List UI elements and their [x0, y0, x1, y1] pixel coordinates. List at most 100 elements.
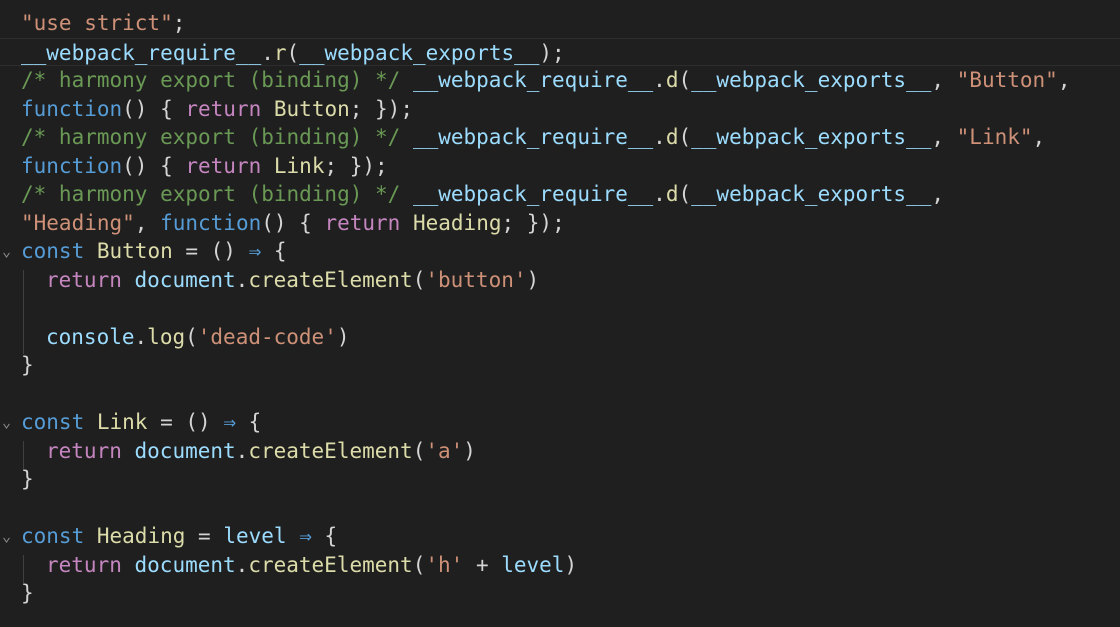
code-line[interactable]: __webpack_require__.r(__webpack_exports_…	[0, 37, 1120, 66]
code-token: .	[134, 324, 148, 349]
code-editor[interactable]: "use strict"; __webpack_require__.r(__web…	[0, 0, 1120, 627]
code-line[interactable]	[0, 494, 1120, 523]
code-text: /* harmony export (binding) */ __webpack…	[21, 66, 1070, 95]
code-token: console	[46, 324, 135, 349]
code-token: /* harmony export (binding) */	[21, 68, 401, 92]
code-token: log	[147, 324, 186, 349]
fold-chevron-icon[interactable]: ⌄	[2, 237, 16, 266]
code-token: __webpack_exports__	[691, 125, 932, 149]
code-line[interactable]: /* harmony export (binding) */ __webpack…	[0, 66, 1120, 95]
code-line[interactable]: }	[0, 465, 1120, 494]
code-token: __webpack_require__	[412, 125, 654, 149]
code-line[interactable]: function() { return Button; });	[0, 95, 1120, 124]
code-token: )	[526, 267, 540, 292]
code-token: }	[21, 581, 34, 605]
code-token: const	[21, 410, 85, 434]
code-line[interactable]: /* harmony export (binding) */ __webpack…	[0, 123, 1120, 152]
code-text: return document.createElement('button')	[46, 266, 539, 295]
code-line[interactable]: return document.createElement('a')	[0, 437, 1120, 466]
code-token: function	[160, 210, 262, 235]
code-token: createElement	[248, 267, 413, 292]
code-token: /* harmony export (binding) */	[21, 125, 401, 149]
code-text: return document.createElement('a')	[46, 437, 476, 466]
code-token: ⇒	[248, 239, 262, 263]
code-token: .	[261, 40, 274, 65]
code-token: {	[235, 410, 262, 434]
code-token: return	[185, 96, 262, 121]
code-token: 'h'	[425, 552, 464, 577]
code-token: /* harmony export (binding) */	[21, 182, 401, 206]
code-token: = ()	[172, 239, 249, 263]
code-token: Link	[96, 410, 148, 434]
fold-chevron-icon[interactable]: ⌄	[2, 408, 16, 437]
code-token: 'button'	[425, 267, 527, 292]
code-token: ; });	[501, 210, 565, 235]
code-token: }	[21, 353, 34, 377]
code-token: document	[134, 267, 236, 292]
code-token: Button	[273, 96, 350, 121]
code-token: = ()	[147, 410, 224, 434]
code-token: ,	[134, 210, 161, 235]
code-text: }	[21, 579, 34, 608]
code-token: __webpack_require__	[412, 182, 654, 206]
fold-chevron-icon[interactable]: ⌄	[2, 522, 16, 551]
code-token: d	[665, 125, 679, 149]
code-token: return	[185, 153, 262, 178]
code-line[interactable]: return document.createElement('button')	[0, 266, 1120, 295]
code-text: function() { return Button; });	[21, 95, 413, 124]
code-line[interactable]: return document.createElement('h' + leve…	[0, 551, 1120, 580]
code-token: (	[412, 438, 426, 463]
code-line[interactable]	[0, 380, 1120, 409]
code-token: "Link"	[956, 125, 1033, 149]
code-line[interactable]	[0, 294, 1120, 323]
code-token: )	[463, 438, 476, 463]
code-token: level	[223, 524, 287, 548]
code-token: level	[501, 552, 565, 577]
code-token: ,	[1057, 68, 1071, 92]
code-token: {	[261, 239, 287, 263]
code-token: () {	[122, 153, 186, 178]
code-token: 'a'	[425, 438, 464, 463]
code-token: () {	[122, 96, 186, 121]
code-token: (	[286, 40, 300, 65]
code-token: )	[336, 324, 350, 349]
code-token: +	[463, 552, 502, 577]
code-token: createElement	[248, 552, 413, 577]
code-token: Link	[273, 153, 325, 178]
code-line[interactable]: console.log('dead-code')	[0, 323, 1120, 352]
code-text: const Button = () ⇒ {	[21, 237, 287, 266]
code-line[interactable]: "use strict";	[0, 9, 1120, 38]
code-token: Button	[96, 239, 173, 263]
code-token: function	[21, 153, 123, 178]
code-token: .	[653, 68, 666, 92]
code-token: }	[21, 467, 34, 491]
code-token: document	[134, 552, 236, 577]
code-token: (	[412, 552, 426, 577]
code-line[interactable]: /* harmony export (binding) */ __webpack…	[0, 180, 1120, 209]
code-text: /* harmony export (binding) */ __webpack…	[21, 123, 1045, 152]
code-token: function	[21, 96, 123, 121]
code-text: const Heading = level ⇒ {	[21, 522, 337, 551]
code-token: ⇒	[299, 524, 312, 548]
code-line[interactable]: }	[0, 579, 1120, 608]
code-token: createElement	[248, 438, 413, 463]
code-text: const Link = () ⇒ {	[21, 408, 261, 437]
code-line[interactable]: ⌄ const Heading = level ⇒ {	[0, 522, 1120, 551]
code-token: d	[665, 68, 679, 92]
code-token: (	[678, 125, 692, 149]
code-line[interactable]: "Heading", function() { return Heading; …	[0, 209, 1120, 238]
code-line[interactable]: function() { return Link; });	[0, 152, 1120, 181]
code-token: (	[678, 68, 692, 92]
code-token: (	[185, 324, 198, 349]
code-line[interactable]: }	[0, 351, 1120, 380]
code-token: .	[235, 267, 249, 292]
code-line[interactable]: ⌄ const Button = () ⇒ {	[0, 237, 1120, 266]
code-token: ;	[172, 11, 186, 35]
code-line[interactable]: ⌄ const Link = () ⇒ {	[0, 408, 1120, 437]
